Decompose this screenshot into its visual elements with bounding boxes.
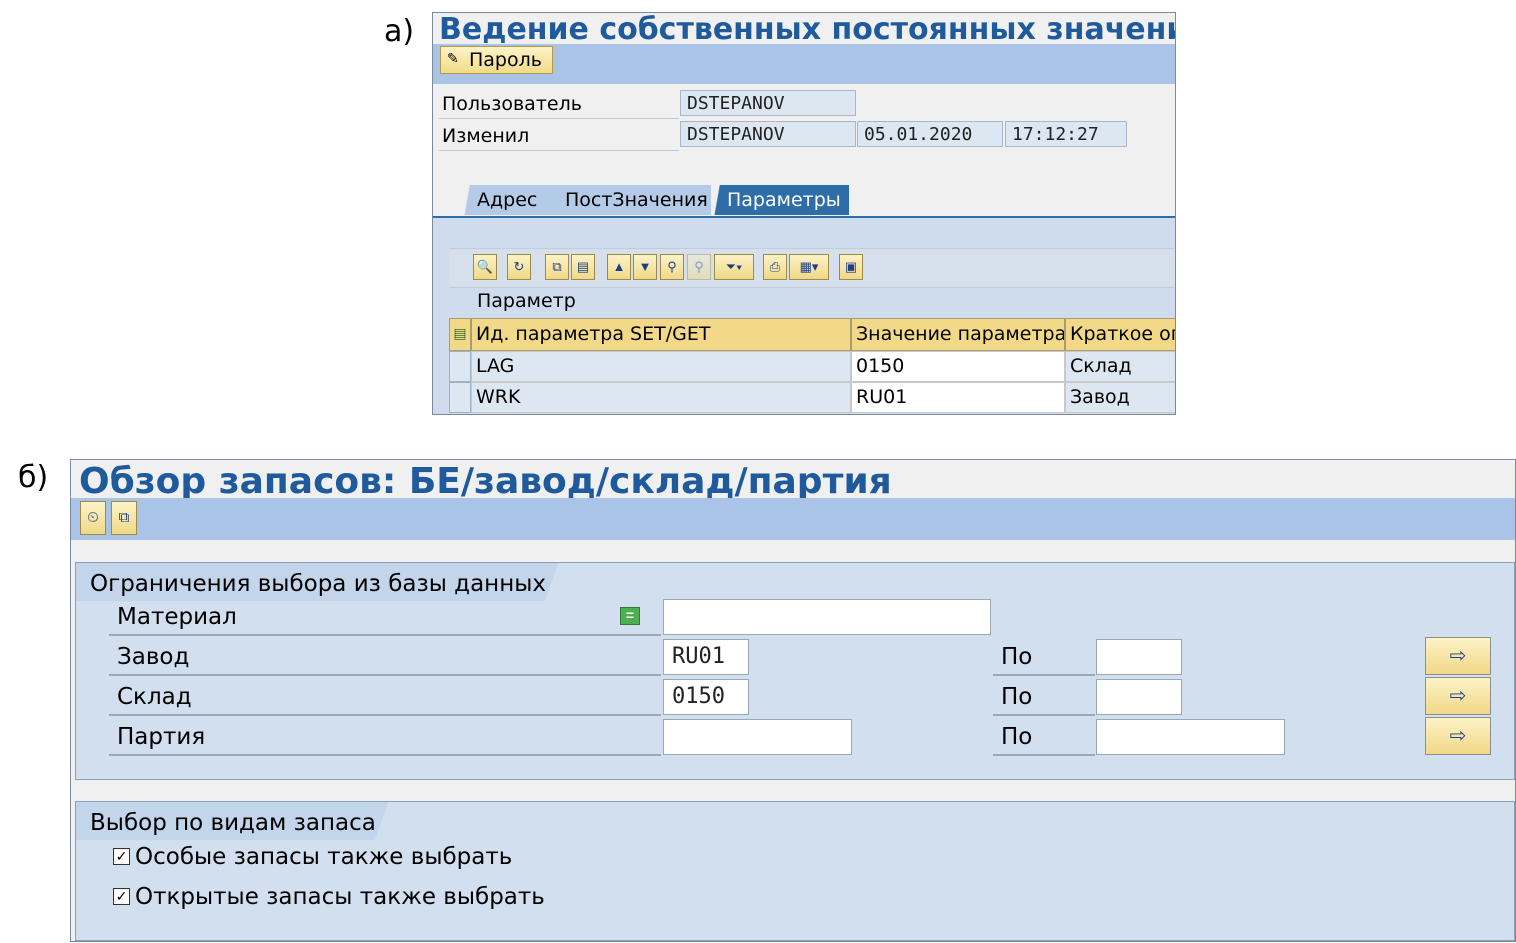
tab-content: 🔍 ↻ ⧉ ▤ ▲ ▼ ⚲ ⚲ ⏷▾ ⎙ ▦▾ ▣ Параметр ▤ Ид.… xyxy=(433,218,1175,414)
column-header-value[interactable]: Значение параметра xyxy=(851,318,1065,351)
filter-icon[interactable]: ⏷▾ xyxy=(714,254,754,280)
storage-label: Склад xyxy=(117,684,192,710)
table-cell-value[interactable]: RU01 xyxy=(851,382,1065,413)
select-all-icon[interactable]: ▤ xyxy=(449,318,471,351)
group-title: Выбор по видам запаса xyxy=(76,802,406,840)
screen-stock-overview: Обзор запасов: БЕ/завод/склад/партия ⏲ ⧉… xyxy=(70,459,1516,942)
storage-multiple-selection-button[interactable]: ⇨ xyxy=(1425,677,1491,715)
equals-icon[interactable]: = xyxy=(620,607,640,625)
group-title: Ограничения выбора из базы данных xyxy=(76,563,577,601)
changed-by-field: DSTEPANOV xyxy=(680,121,856,147)
storage-input[interactable]: 0150 xyxy=(663,679,749,715)
divider xyxy=(439,150,679,151)
special-stock-checkbox[interactable]: ✓ xyxy=(113,848,130,865)
grid-title: Параметр xyxy=(477,290,576,312)
page-title: Ведение собственных постоянных значений xyxy=(439,12,1176,47)
paste-icon[interactable]: ▤ xyxy=(571,254,595,280)
sort-asc-icon[interactable]: ▲ xyxy=(607,254,631,280)
divider xyxy=(109,754,661,756)
divider xyxy=(109,714,661,716)
tab-label: Параметры xyxy=(727,189,841,211)
table-cell-value[interactable]: 0150 xyxy=(851,351,1065,382)
divider xyxy=(993,754,1095,756)
table-cell-desc: Склад xyxy=(1065,351,1175,382)
changed-date-field: 05.01.2020 xyxy=(857,121,1003,147)
storage-to-label: По xyxy=(1001,684,1033,710)
page-title: Обзор запасов: БЕ/завод/склад/партия xyxy=(79,461,892,498)
user-label: Пользователь xyxy=(442,93,582,115)
application-toolbar: ⏲ ⧉ xyxy=(71,498,1515,540)
tab-constants[interactable]: ПостЗначения xyxy=(539,185,711,215)
export-icon[interactable]: ▣ xyxy=(839,254,863,280)
batch-to-label: По xyxy=(1001,724,1033,750)
open-stock-label: Открытые запасы также выбрать xyxy=(135,884,545,910)
password-button[interactable]: ✎ Пароль xyxy=(440,46,553,74)
table-cell-desc: Завод xyxy=(1065,382,1175,413)
application-toolbar: ✎ Пароль xyxy=(433,44,1175,84)
refresh-icon[interactable]: ↻ xyxy=(507,254,531,280)
batch-to-input[interactable] xyxy=(1096,719,1285,755)
column-header-id[interactable]: Ид. параметра SET/GET xyxy=(471,318,851,351)
print-icon[interactable]: ⎙ xyxy=(763,254,787,280)
material-input[interactable] xyxy=(663,599,991,635)
password-button-label: Пароль xyxy=(469,49,542,71)
plant-multiple-selection-button[interactable]: ⇨ xyxy=(1425,637,1491,675)
stock-type-group: Выбор по видам запаса xyxy=(75,801,1515,941)
divider xyxy=(993,674,1095,676)
label-b: б) xyxy=(18,460,49,495)
tab-parameters[interactable]: Параметры xyxy=(701,185,849,215)
tab-label: ПостЗначения xyxy=(565,189,708,211)
row-selector[interactable] xyxy=(449,351,471,382)
batch-label: Партия xyxy=(117,724,206,750)
row-selector[interactable] xyxy=(449,382,471,413)
tab-label: Адрес xyxy=(477,189,538,211)
storage-to-input[interactable] xyxy=(1096,679,1182,715)
special-stock-label: Особые запасы также выбрать xyxy=(135,844,513,870)
table-cell-id[interactable]: LAG xyxy=(471,351,851,382)
user-field: DSTEPANOV xyxy=(680,90,856,116)
label-a: а) xyxy=(384,14,415,49)
plant-label: Завод xyxy=(117,644,190,670)
find-icon[interactable]: ⚲ xyxy=(660,254,684,280)
table-cell-id[interactable]: WRK xyxy=(471,382,851,413)
batch-input[interactable] xyxy=(663,719,852,755)
grid-toolbar: 🔍 ↻ ⧉ ▤ ▲ ▼ ⚲ ⚲ ⏷▾ ⎙ ▦▾ ▣ xyxy=(449,248,1175,288)
execute-icon[interactable]: ⏲ xyxy=(80,501,106,535)
plant-to-input[interactable] xyxy=(1096,639,1182,675)
variant-icon[interactable]: ⧉ xyxy=(111,501,137,535)
find-next-icon[interactable]: ⚲ xyxy=(687,254,711,280)
changed-by-label: Изменил xyxy=(442,125,530,147)
details-icon[interactable]: 🔍 xyxy=(473,254,497,280)
batch-multiple-selection-button[interactable]: ⇨ xyxy=(1425,717,1491,755)
changed-time-field: 17:12:27 xyxy=(1005,121,1127,147)
divider xyxy=(439,118,679,119)
copy-icon[interactable]: ⧉ xyxy=(545,254,569,280)
column-header-desc[interactable]: Краткое оп xyxy=(1065,318,1175,351)
sort-desc-icon[interactable]: ▼ xyxy=(633,254,657,280)
plant-input[interactable]: RU01 xyxy=(663,639,749,675)
material-label: Материал xyxy=(117,604,237,630)
divider xyxy=(993,714,1095,716)
divider xyxy=(109,674,661,676)
screen-user-parameters: Ведение собственных постоянных значений … xyxy=(432,12,1176,415)
divider xyxy=(109,634,661,636)
plant-to-label: По xyxy=(1001,644,1033,670)
layout-icon[interactable]: ▦▾ xyxy=(789,254,829,280)
tab-strip: Адрес ПостЗначения Параметры xyxy=(433,185,1175,217)
password-icon: ✎ xyxy=(447,51,459,67)
open-stock-checkbox[interactable]: ✓ xyxy=(113,888,130,905)
